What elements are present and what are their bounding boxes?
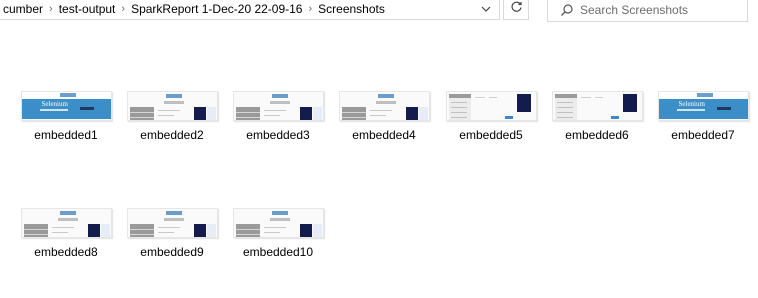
file-item[interactable]: embedded5 — [441, 72, 541, 142]
file-item[interactable]: embedded3 — [228, 72, 328, 142]
file-item[interactable]: embedded9 — [122, 189, 222, 259]
thumbnail-text: Selenium — [41, 100, 68, 108]
file-thumbnail — [551, 91, 643, 121]
file-name: embedded2 — [140, 128, 204, 142]
file-thumbnail — [232, 208, 324, 238]
file-name: embedded10 — [242, 245, 314, 259]
search-input[interactable] — [580, 3, 730, 17]
file-thumbnail — [232, 91, 324, 121]
file-item[interactable]: embedded2 — [122, 72, 222, 142]
file-item[interactable]: embedded4 — [334, 72, 434, 142]
file-thumbnail: Selenium — [20, 91, 112, 121]
file-thumbnail — [126, 91, 218, 121]
search-box[interactable] — [547, 0, 748, 22]
breadcrumb-sparkreport[interactable]: SparkReport 1-Dec-20 22-09-16 — [131, 2, 302, 16]
file-name: embedded6 — [565, 128, 629, 142]
file-name: embedded3 — [246, 128, 310, 142]
file-name: embedded4 — [352, 128, 416, 142]
file-name: embedded8 — [34, 245, 98, 259]
file-thumbnail — [20, 208, 112, 238]
chevron-right-icon[interactable]: › — [302, 3, 318, 15]
file-item[interactable]: embedded10 — [228, 189, 328, 259]
file-name: embedded1 — [34, 128, 98, 142]
refresh-icon — [510, 0, 523, 18]
file-name: embedded7 — [671, 128, 735, 142]
address-bar[interactable]: cumber › test-output › SparkReport 1-Dec… — [0, 0, 500, 20]
chevron-down-icon[interactable] — [473, 0, 499, 19]
file-name: embedded5 — [459, 128, 523, 142]
breadcrumb-test-output[interactable]: test-output — [59, 2, 116, 16]
file-item[interactable]: Selenium embedded1 — [16, 72, 116, 142]
thumbnail-text: Selenium — [678, 100, 705, 108]
file-thumbnail — [338, 91, 430, 121]
file-thumbnail — [126, 208, 218, 238]
file-item[interactable]: embedded6 — [547, 72, 647, 142]
breadcrumb-cumber[interactable]: cumber — [0, 2, 43, 16]
search-icon — [560, 3, 574, 17]
file-item[interactable]: embedded8 — [16, 189, 116, 259]
file-item[interactable]: Selenium embedded7 — [653, 72, 753, 142]
chevron-right-icon[interactable]: › — [115, 3, 131, 15]
explorer-toolbar: cumber › test-output › SparkReport 1-Dec… — [0, 0, 758, 22]
file-thumbnail — [445, 91, 537, 121]
refresh-button[interactable] — [503, 0, 529, 20]
chevron-right-icon[interactable]: › — [43, 3, 59, 15]
file-thumbnail: Selenium — [657, 91, 749, 121]
file-name: embedded9 — [140, 245, 204, 259]
breadcrumb-screenshots[interactable]: Screenshots — [318, 2, 385, 16]
